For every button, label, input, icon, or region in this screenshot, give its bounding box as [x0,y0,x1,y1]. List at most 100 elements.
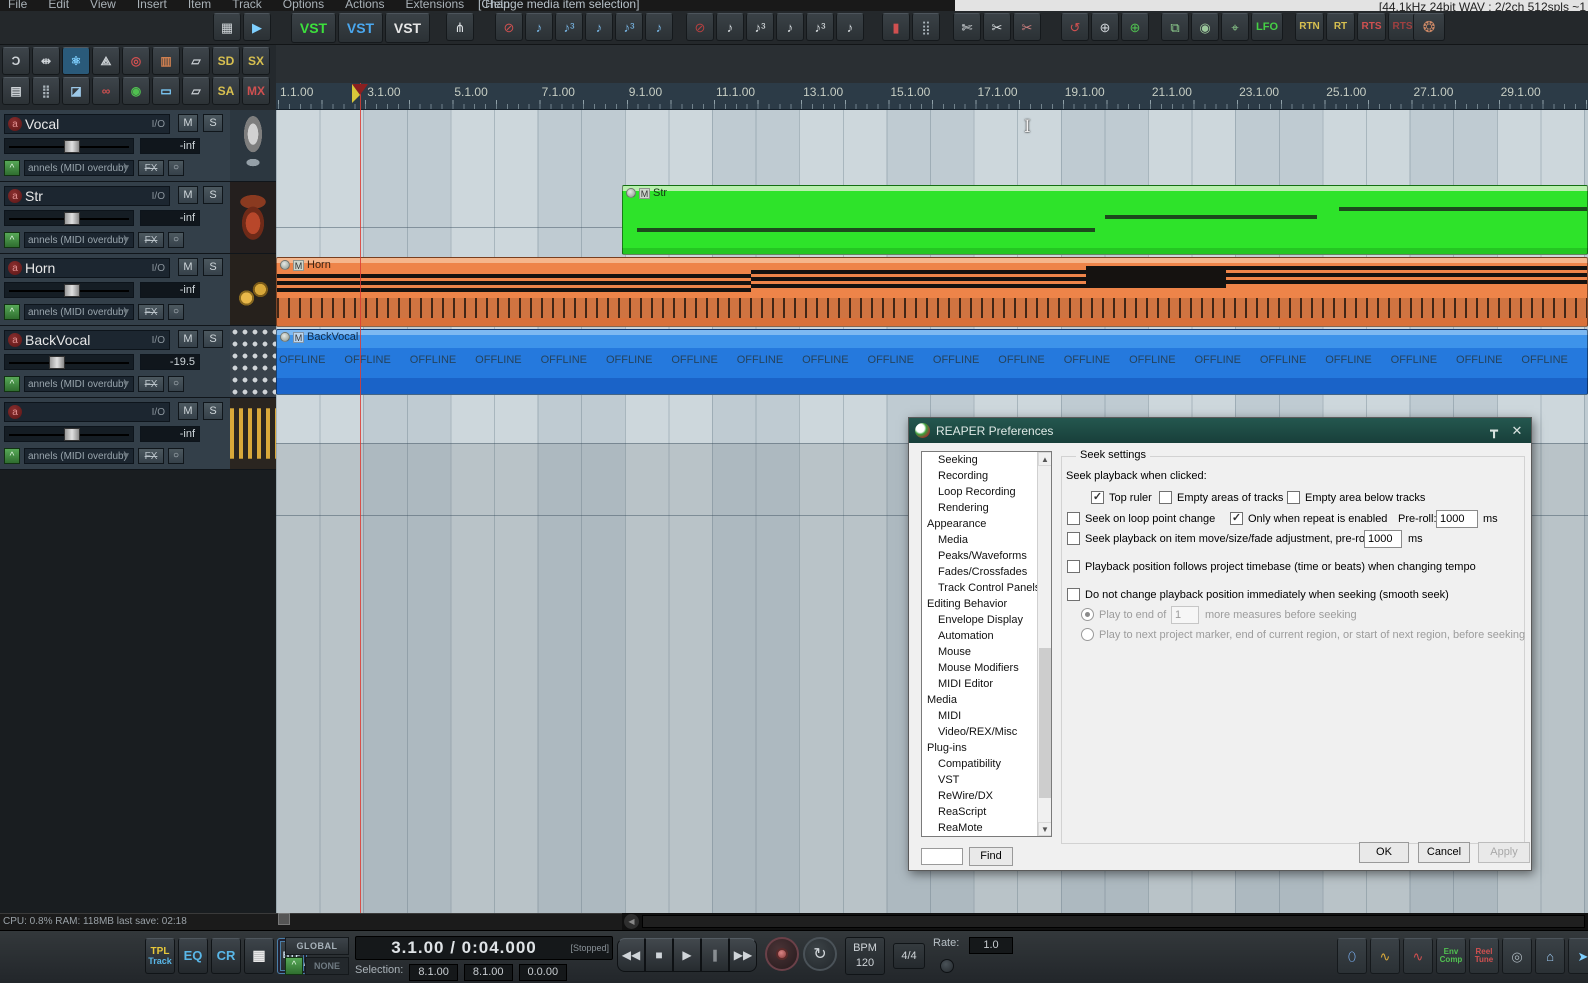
dialog-title-bar[interactable]: REAPER Preferences ┳ ✕ [909,418,1531,443]
record-arm-button[interactable]: a [8,189,22,203]
perf-monitor-icon[interactable]: ▦ [213,13,241,41]
scroll-left-icon[interactable]: ◀ [624,914,639,929]
metronome-icon[interactable]: ⟁ [92,47,120,75]
fx-button[interactable]: FX [138,376,164,392]
playback-position[interactable]: 3.1.00 / 0:04.000 [356,938,572,958]
action-figures-icon[interactable]: ⋔ [446,13,474,41]
volume-value[interactable]: -inf [140,138,200,154]
split-remove-icon[interactable]: ✂ [1013,13,1041,41]
slider-thumb[interactable] [63,212,80,225]
rate-knob[interactable] [940,959,954,973]
menu-item[interactable]: View [90,0,116,11]
mixer-x-icon[interactable]: MX [242,77,270,105]
io-button[interactable]: I/O [148,335,169,346]
pitch-tilt-icon[interactable]: ➤ [1568,938,1588,974]
preferences-category[interactable]: Media [922,532,1051,548]
slider-thumb[interactable] [48,356,65,369]
lfo-button[interactable]: LFO [1251,13,1283,41]
preferences-category[interactable]: Track Control Panels [922,580,1051,596]
note-triplet-icon[interactable]: ♪³ [555,13,583,41]
list-scrollbar[interactable]: ▲ ▼ [1037,452,1051,836]
auto-mode-button[interactable]: NONE [305,957,349,975]
preferences-category[interactable]: Appearance [922,516,1051,532]
apply-button[interactable]: Apply [1478,842,1530,863]
rea-tune-icon[interactable]: Reel Tune [1469,938,1499,974]
envelope-visibility-icon[interactable]: ◉ [1191,13,1219,41]
note-eighth-icon[interactable]: ♪ [585,13,613,41]
record-input-dropdown[interactable]: annels (MIDI overdub) ▼ [24,448,134,464]
top-ruler-checkbox[interactable] [1091,491,1104,504]
preferences-category[interactable]: Compatibility [922,756,1051,772]
slider-thumb[interactable] [63,140,80,153]
record-button[interactable] [765,937,799,971]
media-explorer-icon[interactable]: ◪ [62,77,90,105]
preferences-category[interactable]: Loop Recording [922,484,1051,500]
razor-edit-icon[interactable]: ✄ [953,13,981,41]
slider-thumb[interactable] [63,284,80,297]
smooth-seek-checkbox[interactable] [1067,588,1080,601]
preferences-category[interactable]: Recording [922,468,1051,484]
envelope-button[interactable]: ^ [4,160,20,176]
mute-button[interactable]: M [178,114,198,132]
menu-item[interactable]: Extensions [405,0,464,11]
routing-nodes-icon[interactable]: ⚛ [62,47,90,75]
fx-enable-button[interactable]: ○ [168,232,184,248]
logo-badge-icon[interactable]: ◎ [1502,938,1532,974]
record-arm-button[interactable]: a [8,117,22,131]
bpm-value[interactable]: 120 [846,956,884,971]
zoom-project-icon[interactable]: ⊕ [1091,13,1119,41]
edit-cursor-marker[interactable] [352,84,368,103]
track-panel[interactable]: a I/O M S -inf ^ annels (MIDI overdub) ▼ … [0,398,276,470]
preferences-category[interactable]: ReaScript [922,804,1051,820]
ok-button[interactable]: OK [1359,842,1409,863]
zoom-selection-icon[interactable]: ⊕ [1121,13,1149,41]
mute-button[interactable]: M [178,402,198,420]
envelope-button[interactable]: ^ [4,304,20,320]
fx-button[interactable]: FX [138,232,164,248]
wardrobe-icon[interactable]: ⌂ [1535,938,1565,974]
item-split-arrows-icon[interactable]: ⇹ [32,47,60,75]
preferences-category[interactable]: Editing Behavior [922,596,1051,612]
template-track-button[interactable]: TPL Track [145,938,175,974]
empty-below-checkbox[interactable] [1287,491,1300,504]
rts-button[interactable]: RTS [1357,13,1386,41]
screenset-d-icon[interactable]: SD [212,47,240,75]
record-arm-button[interactable]: a [8,333,22,347]
folder-icon[interactable]: ▱ [182,47,210,75]
volume-value[interactable]: -inf [140,210,200,226]
solo-button[interactable]: S [203,330,223,348]
screenset-x-icon[interactable]: SX [242,47,270,75]
menu-item[interactable]: Options [283,0,324,11]
preferences-category[interactable]: Seeking [922,452,1051,468]
stop-button[interactable]: ■ [645,938,673,972]
cancel-button[interactable]: Cancel [1418,842,1470,863]
selection-end[interactable]: 8.1.00 [463,964,513,981]
scroll-thumb[interactable] [1039,648,1051,798]
fx-enable-button[interactable]: ○ [168,304,184,320]
envelope-icon[interactable]: ^ [285,957,303,975]
io-button[interactable]: I/O [148,119,169,130]
menu-item[interactable]: File [8,0,27,11]
preferences-category[interactable]: Mouse Modifiers [922,660,1051,676]
note-eighth-icon[interactable]: ♪ [776,13,804,41]
envelope-button[interactable]: ^ [4,448,20,464]
mute-button[interactable]: M [178,330,198,348]
preferences-category[interactable]: Envelope Display [922,612,1051,628]
pause-button[interactable]: ∥ [701,938,729,972]
grid-icon[interactable]: ⣿ [32,77,60,105]
preferences-category[interactable]: Plug-ins [922,740,1051,756]
preferences-category[interactable]: Media [922,692,1051,708]
preroll-input[interactable] [1436,510,1478,528]
preferences-category[interactable]: MIDI Editor [922,676,1051,692]
gold-wave-icon[interactable]: ∿ [1370,938,1400,974]
preferences-category-list[interactable]: Seeking Recording Loop Recording Rendering A… [921,451,1052,837]
time-signature[interactable]: 4/4 [893,943,925,969]
item-mute-icon[interactable]: M [293,259,304,271]
item-group-icon[interactable] [280,332,290,342]
fx-button[interactable]: FX [138,448,164,464]
item-mute-icon[interactable]: M [293,331,304,343]
envelope-center-icon[interactable]: ⌖ [1221,13,1249,41]
rate-value[interactable]: 1.0 [969,937,1013,954]
record-arm-button[interactable]: a [8,261,22,275]
preferences-category[interactable]: MIDI [922,708,1051,724]
